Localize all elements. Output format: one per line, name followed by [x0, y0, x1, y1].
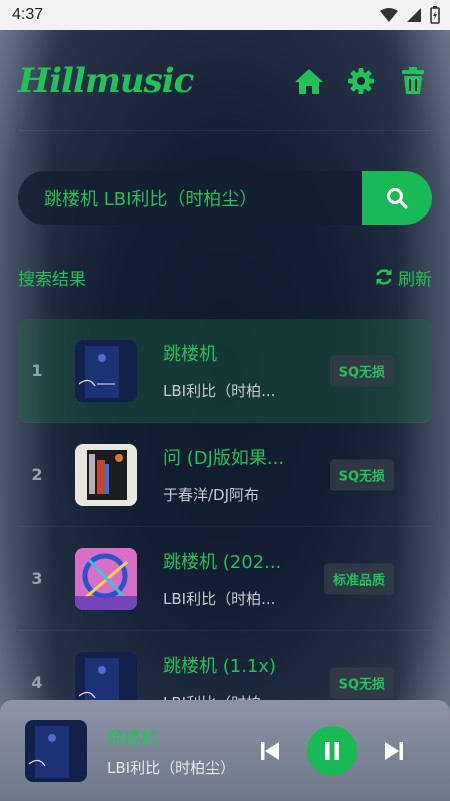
album-cover [75, 339, 137, 402]
app-screen: Hillmusic 跳楼机 LBI利比（时柏尘） 搜索结果 刷新 1 跳楼机 L… [0, 30, 450, 801]
previous-icon [261, 741, 279, 760]
previous-button[interactable] [261, 741, 279, 761]
header-actions [294, 66, 432, 96]
quality-badge: SQ无损 [329, 355, 394, 386]
song-title: 问 (DJ版如果... [163, 448, 285, 469]
wifi-icon [380, 8, 398, 22]
refresh-button[interactable]: 刷新 [374, 265, 432, 290]
app-logo: Hillmusic [18, 61, 194, 101]
player-album-cover [25, 719, 87, 782]
quality-badge: 标准品质 [323, 563, 394, 594]
list-item[interactable]: 1 跳楼机 LBI利比（时柏... SQ无损 [18, 319, 432, 423]
player-controls [261, 725, 403, 776]
status-bar: 4:37 [0, 0, 450, 30]
item-index: 3 [31, 569, 43, 588]
quality-badge: SQ无损 [329, 459, 394, 490]
battery-icon [430, 6, 440, 24]
player-song-title: 跳楼机 [107, 728, 158, 749]
item-index: 4 [31, 673, 43, 692]
refresh-icon [376, 269, 392, 285]
pause-icon [325, 741, 339, 760]
next-icon [385, 741, 403, 760]
search-bar [18, 171, 432, 225]
list-item[interactable]: 3 跳楼机 (202... LBI利比（时柏... 标准品质 [18, 527, 432, 631]
trash-icon[interactable] [398, 66, 428, 96]
item-index: 1 [31, 361, 43, 380]
gear-icon[interactable] [346, 66, 376, 96]
list-item[interactable]: 2 问 (DJ版如果... 于春洋/DJ阿布 SQ无损 [18, 423, 432, 527]
album-cover [75, 443, 137, 506]
status-time: 4:37 [12, 6, 44, 23]
header: Hillmusic [18, 58, 432, 104]
player-song-artist: LBI利比（时柏尘） [107, 758, 236, 777]
signal-icon [407, 8, 421, 22]
song-artist: LBI利比（时柏... [163, 382, 276, 400]
pause-button[interactable] [307, 725, 357, 776]
search-input[interactable] [18, 171, 362, 225]
header-divider [18, 130, 432, 131]
quality-badge: SQ无损 [329, 667, 394, 698]
results-list: 1 跳楼机 LBI利比（时柏... SQ无损 2 问 (DJ版如果... 于春洋… [18, 319, 432, 735]
song-artist: 于春洋/DJ阿布 [163, 486, 260, 504]
search-icon [387, 188, 408, 209]
song-title: 跳楼机 [163, 344, 217, 365]
results-header: 搜索结果 刷新 [18, 262, 432, 292]
search-button[interactable] [362, 171, 432, 225]
status-icons [380, 6, 440, 24]
song-title: 跳楼机 (202... [163, 552, 282, 573]
refresh-label: 刷新 [398, 269, 432, 290]
item-index: 2 [31, 465, 43, 484]
song-artist: LBI利比（时柏... [163, 590, 276, 608]
results-title: 搜索结果 [18, 269, 86, 290]
album-cover [75, 547, 137, 610]
song-title: 跳楼机 (1.1x) [163, 656, 277, 677]
home-icon[interactable] [294, 66, 324, 96]
next-button[interactable] [385, 741, 403, 761]
mini-player[interactable]: 跳楼机 LBI利比（时柏尘） [0, 700, 450, 801]
